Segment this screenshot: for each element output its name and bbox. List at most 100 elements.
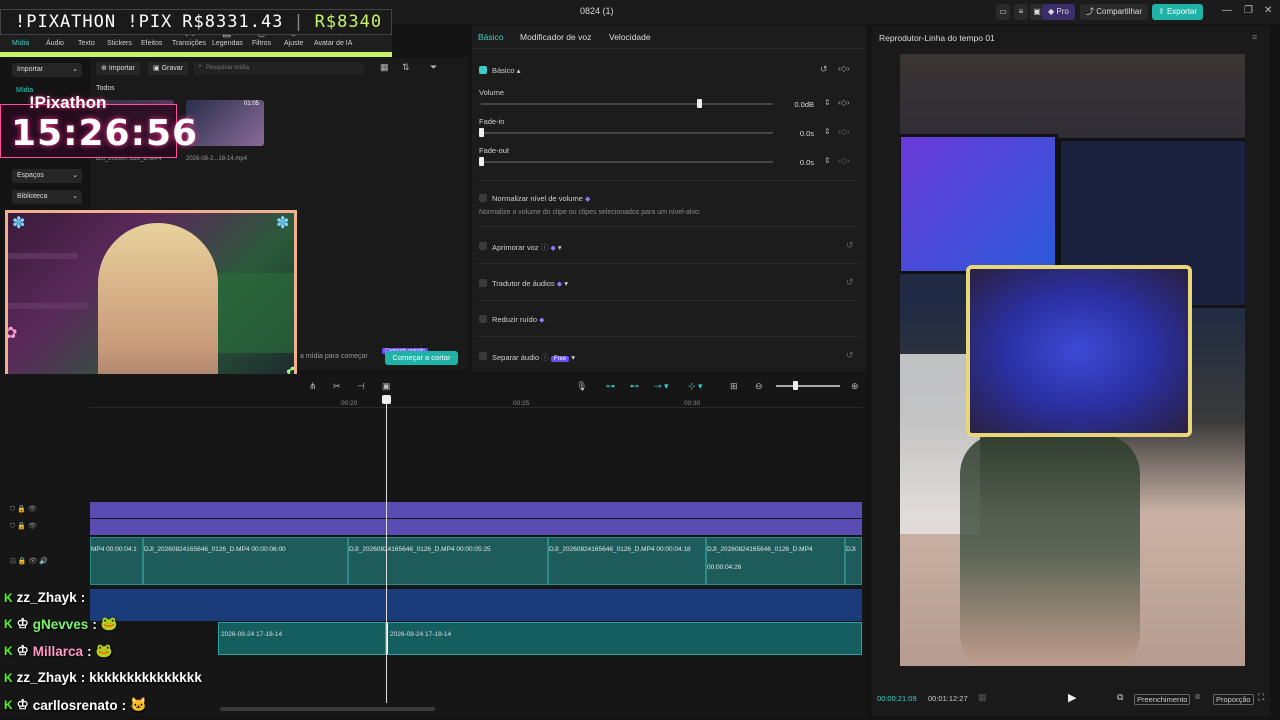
record-button[interactable]: ▣ Gravar: [148, 62, 188, 75]
track-controls[interactable]: ⊡ 🔒 👁 🔊: [10, 557, 48, 565]
volume-value[interactable]: 0.0dB: [784, 100, 814, 109]
search-input[interactable]: Pesquisar mídia: [194, 62, 364, 75]
zoom-out-icon[interactable]: ⊖: [755, 381, 763, 392]
tab-speed[interactable]: Velocidade: [609, 32, 651, 42]
translate-audio-checkbox[interactable]: [479, 279, 487, 287]
fadein-slider[interactable]: [481, 132, 773, 134]
info-icon: ⓘ: [540, 243, 549, 252]
fadein-value[interactable]: 0.0s: [784, 129, 814, 138]
volume-slider[interactable]: [481, 103, 773, 105]
toolbar-transitions[interactable]: Transições: [172, 40, 206, 47]
filter-all[interactable]: Todos: [96, 85, 115, 92]
spaces-nav-button[interactable]: Espaços ⌄: [12, 169, 82, 183]
keyframe-icon[interactable]: ‹◇›: [838, 98, 849, 107]
trim-icon[interactable]: ✂: [333, 381, 341, 392]
link-icon[interactable]: ⊷: [630, 381, 639, 392]
audio-clip[interactable]: 2026-08-24 17-18-14: [218, 622, 386, 655]
fadeout-value[interactable]: 0.0s: [784, 158, 814, 167]
basic-checkbox[interactable]: [479, 66, 487, 74]
zoom-in-icon[interactable]: ⊕: [851, 381, 859, 392]
fullscreen-icon[interactable]: ⛶: [1258, 692, 1264, 703]
menu-icon[interactable]: ≡: [1014, 4, 1028, 20]
fadeout-slider[interactable]: [481, 161, 773, 163]
track-controls[interactable]: ⛉ 🔒 👁: [10, 505, 37, 514]
fit-icon[interactable]: ⊞: [730, 381, 738, 392]
freeze-icon[interactable]: ▣: [382, 381, 391, 392]
toolbar-label: Stickers: [107, 40, 132, 47]
toolbar-stickers[interactable]: Stickers: [107, 40, 132, 47]
microphone-icon[interactable]: 🎙: [576, 381, 587, 392]
player-menu-icon[interactable]: ≡: [1252, 32, 1257, 42]
toolbar-media[interactable]: Mídia: [12, 40, 29, 47]
share-button[interactable]: ⤴ Compartilhar: [1080, 4, 1149, 20]
start-cutting-button[interactable]: Começar a cortar: [385, 351, 458, 365]
playhead-handle[interactable]: [382, 395, 391, 404]
toolbar-adjust[interactable]: Ajuste: [284, 40, 303, 47]
maximize-icon[interactable]: ❐: [1244, 5, 1253, 16]
fadein-slider-knob[interactable]: [479, 128, 484, 137]
grid-view-icon[interactable]: ▦: [380, 62, 389, 73]
video-clip[interactable]: DJI: [845, 537, 862, 585]
close-icon[interactable]: ✕: [1264, 5, 1272, 16]
keyframe-icon[interactable]: ‹◇›: [838, 64, 849, 73]
crop-icon[interactable]: ⧉: [1117, 692, 1123, 703]
fadeout-slider-knob[interactable]: [479, 157, 484, 166]
filter-icon[interactable]: ⏷: [430, 62, 437, 73]
toolbar-audio[interactable]: Áudio: [46, 40, 64, 47]
zoom-slider-knob[interactable]: [793, 381, 798, 390]
video-clip[interactable]: DJI_20260824165646_0126_D.MP4 00:00:05:2…: [348, 537, 548, 585]
stepper-icon[interactable]: ⇕: [824, 156, 831, 165]
volume-slider-knob[interactable]: [697, 99, 702, 108]
enhance-voice-checkbox[interactable]: [479, 242, 487, 250]
overlay-track[interactable]: [90, 519, 862, 535]
library-nav-button[interactable]: Biblioteca ⌄: [12, 190, 82, 204]
split-icon[interactable]: ⋔: [309, 381, 317, 392]
separate-audio-checkbox[interactable]: [479, 352, 487, 360]
screenshot-icon[interactable]: ⌾: [1195, 692, 1200, 703]
track-controls[interactable]: ⛉ 🔒 👁: [10, 522, 37, 531]
import-button[interactable]: ⊕ Importar: [96, 62, 140, 75]
sort-icon[interactable]: ⇅: [402, 62, 410, 73]
playhead[interactable]: [386, 395, 387, 703]
grid-icon[interactable]: ▦: [978, 692, 987, 703]
toolbar-effects[interactable]: Efeitos: [141, 40, 162, 47]
play-button[interactable]: ▶: [1068, 691, 1076, 704]
reset-icon[interactable]: ↺: [820, 64, 828, 75]
import-nav-button[interactable]: Importar ⌄: [12, 63, 82, 77]
audio-track[interactable]: [90, 589, 862, 621]
toolbar-text[interactable]: Texto: [78, 40, 95, 47]
reset-icon[interactable]: ↺: [846, 240, 854, 251]
audio-clip[interactable]: 2026-08-24 17-18-14: [386, 622, 862, 655]
tab-basic[interactable]: Básico: [478, 32, 504, 42]
fill-button[interactable]: Preenchimento: [1134, 694, 1191, 705]
stepper-icon[interactable]: ⇕: [824, 127, 831, 136]
minimize-icon[interactable]: —: [1222, 5, 1232, 16]
magnet-icon[interactable]: ⊶: [606, 381, 615, 392]
video-clip[interactable]: MP4 00:00:04:1: [90, 537, 143, 585]
toolbar-captions[interactable]: Legendas: [212, 40, 243, 47]
marker-icon[interactable]: ⊣: [357, 381, 365, 392]
reset-icon[interactable]: ↺: [846, 350, 854, 361]
toolbar-filters[interactable]: Filtros: [252, 40, 271, 47]
normalize-checkbox[interactable]: [479, 194, 487, 202]
keyframe-icon[interactable]: ‹◇›: [838, 156, 849, 165]
video-clip[interactable]: DJI_20260824165646_0126_D.MP4 00:00:04:1…: [548, 537, 706, 585]
stepper-icon[interactable]: ⇕: [824, 98, 831, 107]
preview-axis-icon[interactable]: ⊸ ▾: [654, 381, 669, 392]
zoom-slider[interactable]: [776, 385, 840, 387]
overlay-track[interactable]: [90, 502, 862, 518]
denoise-checkbox[interactable]: [479, 315, 487, 323]
reset-icon[interactable]: ↺: [846, 277, 854, 288]
pro-button[interactable]: ◆ Pro: [1042, 4, 1075, 20]
video-clip[interactable]: DJI_20260824165646_0126_D.MP4 00:00:06:0…: [143, 537, 348, 585]
tab-voice-modifier[interactable]: Modificador de voz: [520, 32, 591, 42]
timeline-ruler[interactable]: [90, 396, 862, 408]
timeline-scrollbar[interactable]: [220, 707, 435, 711]
export-button[interactable]: ⇪ Exportar: [1152, 4, 1204, 20]
keyframe-icon[interactable]: ‹◇›: [838, 127, 849, 136]
toolbar-ai-avatar[interactable]: Avatar de IA: [314, 40, 352, 47]
layout-icon[interactable]: ▭: [996, 4, 1010, 20]
snap-icon[interactable]: ⊹ ▾: [688, 381, 703, 392]
video-clip[interactable]: DJI_20260824165646_0126_D.MP4 00:00:04:2…: [706, 537, 845, 585]
ratio-button[interactable]: Proporção: [1213, 694, 1254, 705]
